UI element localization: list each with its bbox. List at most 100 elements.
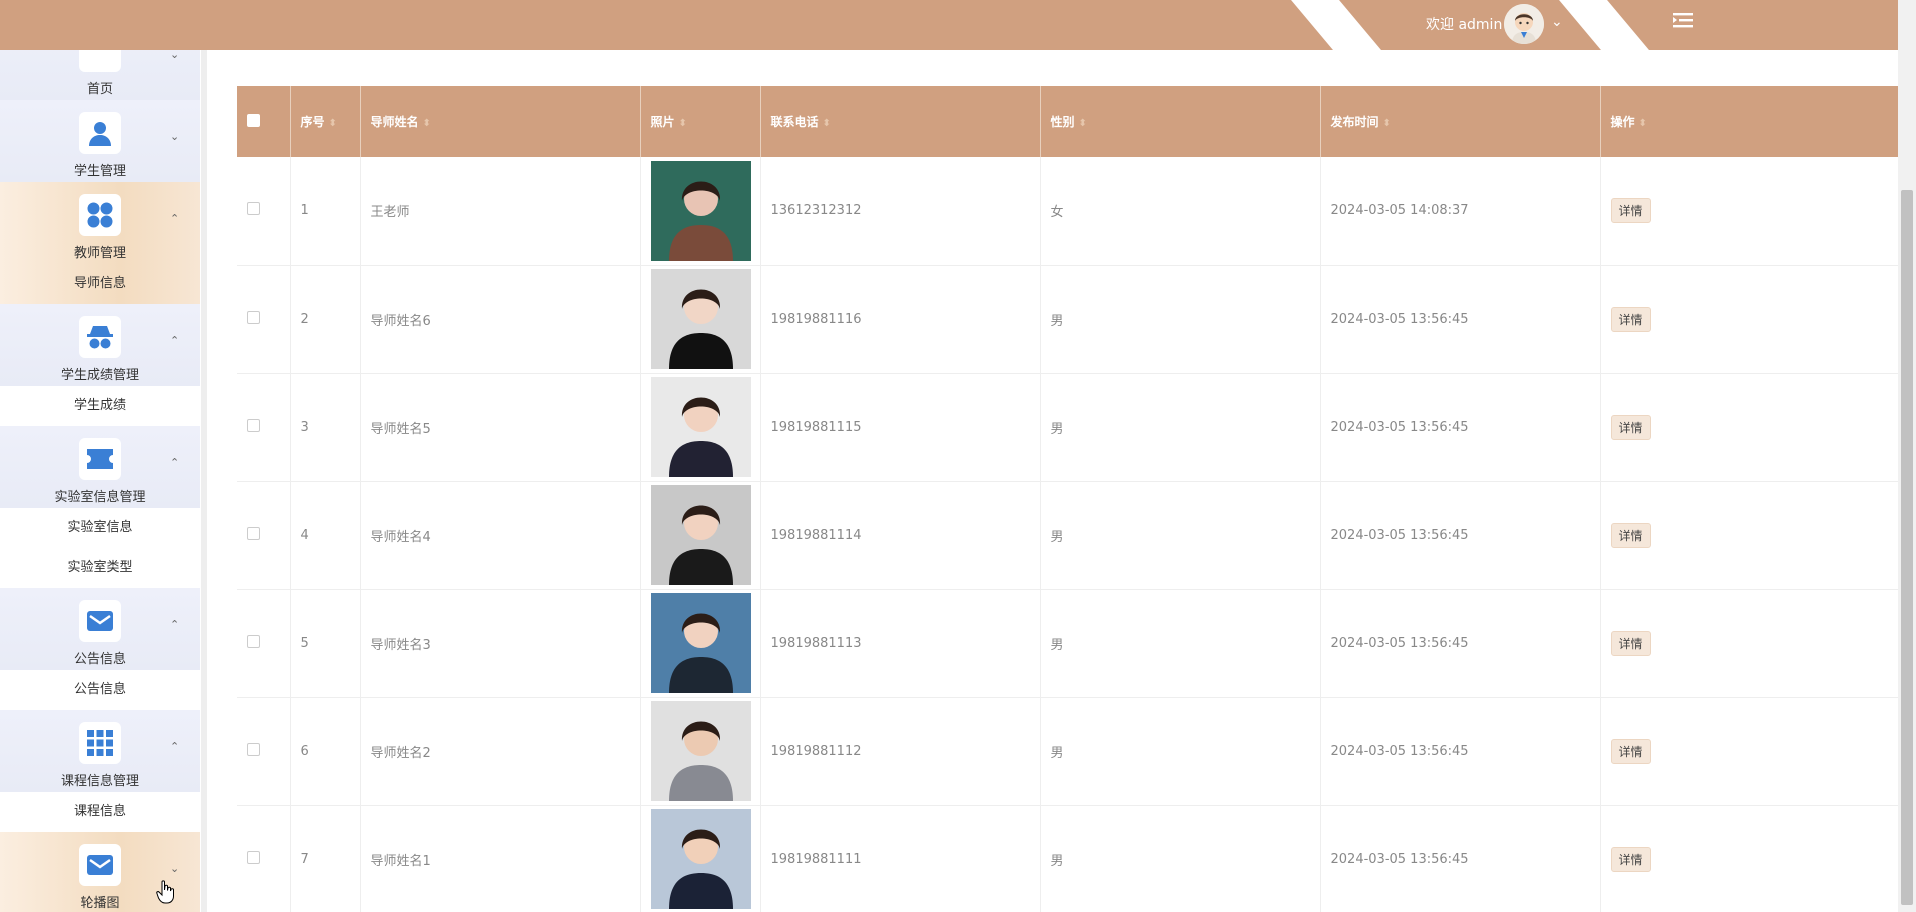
mentor-name-cell: 导师姓名1: [360, 805, 641, 912]
detail-button[interactable]: 详情: [1610, 306, 1651, 332]
mentor-table: 序号 ⬍ 导师姓名 ⬍ 照片 ⬍ 联系电话 ⬍ 性别 ⬍ 发布时间 ⬍ 操作 ⬍ 1 王老师 13…: [237, 86, 1901, 912]
chevron-down-icon: ⌄: [170, 130, 180, 143]
sidebar-item-notice[interactable]: 公告信息: [0, 670, 200, 710]
column-header[interactable]: 照片 ⬍: [640, 86, 761, 157]
sidebar-group-lab[interactable]: 实验室信息管理 ⌃: [0, 426, 200, 508]
publish-time-cell: 2024-03-05 13:56:45: [1320, 481, 1601, 590]
table-row[interactable]: 5 导师姓名3 19819881113 男 2024-03-05 13:56:45 详情: [237, 589, 1901, 698]
action-cell: 详情: [1600, 373, 1901, 482]
row-checkbox[interactable]: [247, 418, 260, 432]
mentor-photo[interactable]: [650, 809, 751, 909]
table-header-row: 序号 ⬍ 导师姓名 ⬍ 照片 ⬍ 联系电话 ⬍ 性别 ⬍ 发布时间 ⬍ 操作 ⬍: [237, 86, 1901, 157]
serial-cell: 1: [290, 157, 361, 266]
sidebar-scrollbar[interactable]: [201, 0, 207, 912]
page-scrollbar-thumb[interactable]: [1901, 190, 1913, 905]
mentor-photo[interactable]: [650, 593, 751, 693]
publish-time-cell: 2024-03-05 13:56:45: [1320, 589, 1601, 698]
row-checkbox[interactable]: [247, 202, 260, 216]
sidebar-group-course[interactable]: 课程信息管理 ⌃: [0, 710, 200, 792]
photo-cell: [640, 157, 761, 266]
row-select-cell: [237, 373, 291, 482]
sidebar-group-label: 学生成绩管理: [60, 368, 139, 383]
apps-icon: [79, 722, 121, 764]
phone-cell: 19819881113: [760, 589, 1041, 698]
sidebar-group-teacher[interactable]: 教师管理 ⌃: [0, 182, 200, 264]
mentor-photo[interactable]: [650, 160, 751, 261]
mentor-photo[interactable]: [650, 485, 751, 585]
photo-cell: [640, 589, 761, 698]
action-cell: 详情: [1600, 157, 1901, 266]
serial-cell: 2: [290, 265, 361, 374]
detail-button[interactable]: 详情: [1610, 198, 1651, 224]
phone-cell: 19819881114: [760, 481, 1041, 590]
table-row[interactable]: 4 导师姓名4 19819881114 男 2024-03-05 13:56:45 详情: [237, 481, 1901, 590]
select-all-cell: [237, 86, 291, 157]
table-row[interactable]: 7 导师姓名1 19819881111 男 2024-03-05 13:56:45 详情: [237, 805, 1901, 912]
action-cell: 详情: [1600, 805, 1901, 912]
sidebar-group-home[interactable]: 首页 ⌄: [0, 50, 200, 100]
sort-icon[interactable]: ⬍: [329, 118, 337, 129]
sidebar-group-notice[interactable]: 公告信息 ⌃: [0, 588, 200, 670]
mentor-photo[interactable]: [650, 701, 751, 801]
sidebar-group-student[interactable]: 学生管理 ⌄: [0, 100, 200, 182]
sort-icon[interactable]: ⬍: [679, 118, 687, 129]
serial-cell: 7: [290, 805, 361, 912]
row-select-cell: [237, 697, 291, 806]
sidebar-group-grades[interactable]: 学生成绩管理 ⌃: [0, 304, 200, 386]
chevron-down-icon[interactable]: ⌄: [1551, 14, 1563, 30]
column-header[interactable]: 导师姓名 ⬍: [360, 86, 641, 157]
detail-button[interactable]: 详情: [1610, 738, 1651, 764]
detail-button[interactable]: 详情: [1610, 522, 1651, 548]
row-select-cell: [237, 805, 291, 912]
column-header[interactable]: 操作 ⬍: [1600, 86, 1901, 157]
sort-icon[interactable]: ⬍: [1639, 118, 1647, 129]
row-checkbox[interactable]: [247, 634, 260, 648]
mentor-name-cell: 导师姓名6: [360, 265, 641, 374]
detail-button[interactable]: 详情: [1610, 846, 1651, 872]
sort-icon[interactable]: ⬍: [1079, 118, 1087, 129]
sidebar-item-mentor-info[interactable]: 导师信息: [0, 264, 200, 304]
phone-cell: 19819881112: [760, 697, 1041, 806]
column-header[interactable]: 联系电话 ⬍: [760, 86, 1041, 157]
select-all-checkbox[interactable]: [247, 113, 260, 127]
sidebar-item-course[interactable]: 课程信息: [0, 792, 200, 832]
sidebar-item-lab-type[interactable]: 实验室类型: [0, 548, 200, 588]
chevron-up-icon: ⌃: [170, 334, 180, 347]
spy-icon: [79, 316, 121, 358]
top-header: 欢迎 admin ⌄: [0, 0, 1900, 50]
sidebar-item-lab-info[interactable]: 实验室信息: [0, 508, 200, 548]
serial-cell: 3: [290, 373, 361, 482]
sort-icon[interactable]: ⬍: [823, 118, 831, 129]
gender-cell: 女: [1040, 157, 1321, 266]
gender-cell: 男: [1040, 265, 1321, 374]
table-row[interactable]: 6 导师姓名2 19819881112 男 2024-03-05 13:56:45 详情: [237, 697, 1901, 806]
table-row[interactable]: 1 王老师 13612312312 女 2024-03-05 14:08:37 详情: [237, 157, 1901, 266]
publish-time-cell: 2024-03-05 13:56:45: [1320, 697, 1601, 806]
chevron-down-icon: ⌄: [170, 862, 180, 875]
sort-icon[interactable]: ⬍: [423, 118, 431, 129]
sidebar-group-label: 教师管理: [73, 246, 126, 261]
home-icon: [79, 50, 121, 72]
row-checkbox[interactable]: [247, 310, 260, 324]
mentor-photo[interactable]: [650, 377, 751, 477]
table-row[interactable]: 3 导师姓名5 19819881115 男 2024-03-05 13:56:45 详情: [237, 373, 1901, 482]
sidebar-item-grades[interactable]: 学生成绩: [0, 386, 200, 426]
row-checkbox[interactable]: [247, 850, 260, 864]
row-select-cell: [237, 589, 291, 698]
column-header[interactable]: 序号 ⬍: [290, 86, 361, 157]
sidebar-group-label: 首页: [86, 82, 113, 97]
row-checkbox[interactable]: [247, 526, 260, 540]
table-row[interactable]: 2 导师姓名6 19819881116 男 2024-03-05 13:56:45 详情: [237, 265, 1901, 374]
row-select-cell: [237, 265, 291, 374]
detail-button[interactable]: 详情: [1610, 630, 1651, 656]
menu-toggle-icon[interactable]: [1670, 8, 1696, 34]
sort-icon[interactable]: ⬍: [1383, 118, 1391, 129]
row-checkbox[interactable]: [247, 742, 260, 756]
column-header[interactable]: 性别 ⬍: [1040, 86, 1321, 157]
avatar[interactable]: [1504, 4, 1544, 44]
phone-cell: 19819881116: [760, 265, 1041, 374]
phone-cell: 13612312312: [760, 157, 1041, 266]
mentor-photo[interactable]: [650, 269, 751, 369]
column-header[interactable]: 发布时间 ⬍: [1320, 86, 1601, 157]
detail-button[interactable]: 详情: [1610, 414, 1651, 440]
